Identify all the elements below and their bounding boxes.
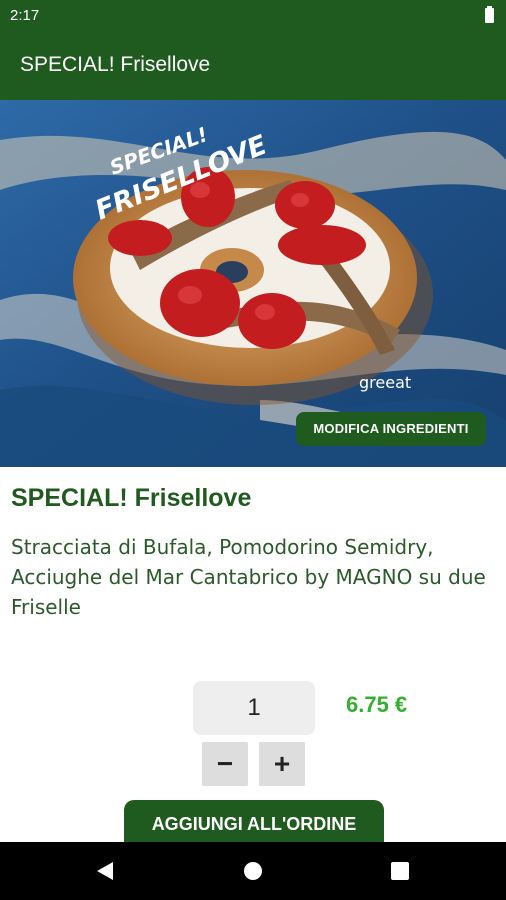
back-icon[interactable] [97,862,113,880]
decrease-quantity-button[interactable]: − [202,742,248,786]
increase-quantity-button[interactable]: + [259,742,305,786]
add-to-order-button[interactable]: AGGIUNGI ALL'ORDINE [124,800,384,842]
app-bar: SPECIAL! Frisellove [0,32,506,100]
battery-icon [485,6,494,23]
product-description: Stracciata di Bufala, Pomodorino Semidry… [11,535,486,619]
price-label: 6.75 € [346,692,408,717]
navigation-bar [0,842,506,900]
status-time: 2:17 [10,7,40,24]
quantity-field[interactable]: 1 [193,681,315,735]
page-title: SPECIAL! Frisellove [20,53,211,76]
status-bar: 2:17 [0,0,506,32]
home-icon[interactable] [244,862,262,880]
product-title: SPECIAL! Frisellove [11,484,252,512]
recents-icon[interactable] [391,862,409,880]
watermark-text: greeat [359,373,411,392]
modify-ingredients-button[interactable]: MODIFICA INGREDIENTI [296,412,486,446]
